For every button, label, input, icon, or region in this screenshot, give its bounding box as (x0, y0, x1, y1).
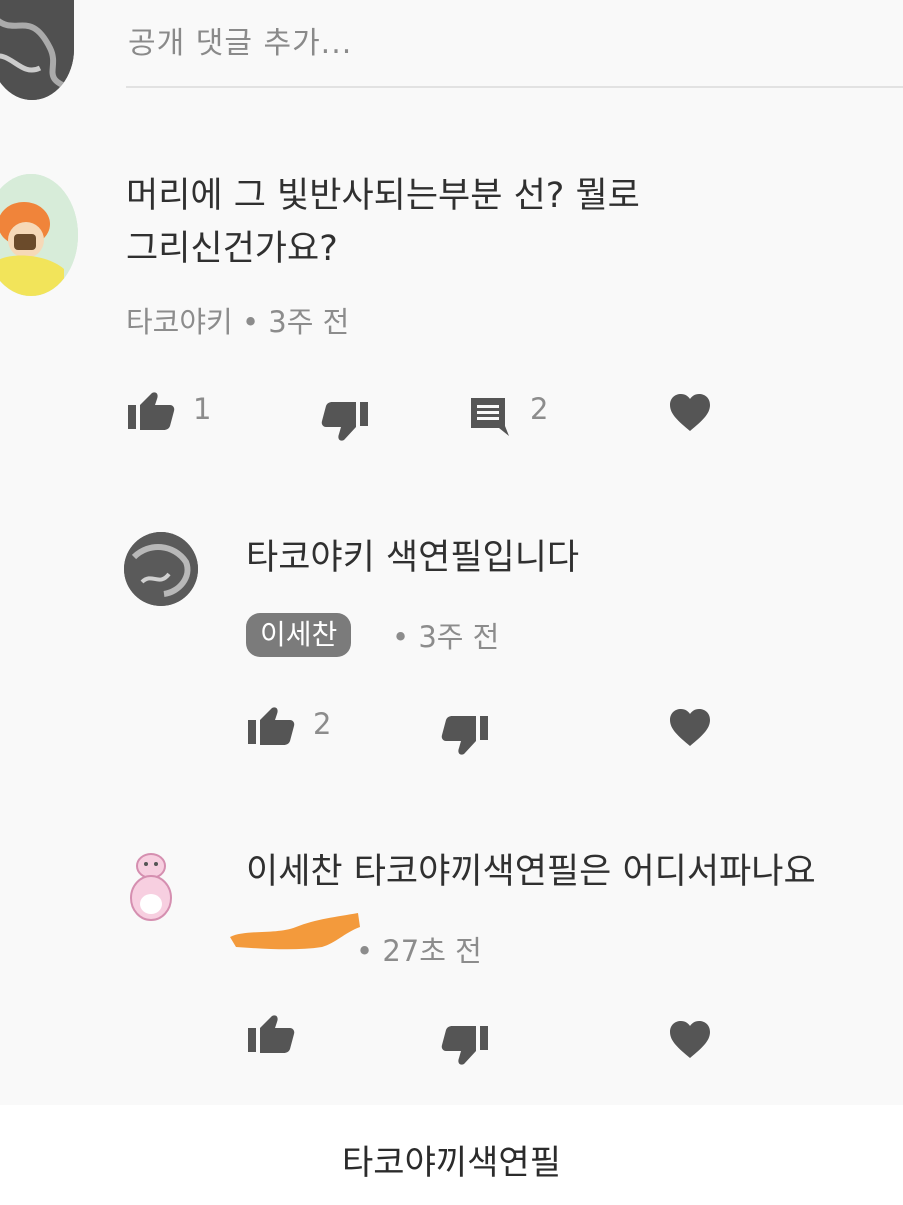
thumb-down-icon[interactable] (440, 714, 490, 756)
comment-icon[interactable] (469, 396, 511, 438)
reply-time: 27초 전 (382, 934, 482, 968)
thumb-up-icon[interactable] (246, 1014, 296, 1054)
image-caption: 타코야끼색연필 (342, 1143, 561, 1183)
heart-icon[interactable] (668, 1020, 712, 1060)
reply-avatar[interactable] (124, 532, 198, 606)
meta-separator: • (241, 305, 269, 339)
comment-author[interactable]: 타코야키 (126, 305, 233, 339)
like-count: 2 (313, 707, 332, 741)
thumb-down-icon[interactable] (440, 1024, 490, 1066)
reply-time: 3주 전 (418, 620, 500, 654)
comment-text-line2: 그리신건가요? (126, 229, 338, 269)
reply-text: 이세찬 타코야끼색연필은 어디서파나요 (246, 852, 816, 892)
thumb-up-icon[interactable] (126, 391, 176, 431)
heart-icon[interactable] (668, 708, 712, 748)
thumb-down-icon[interactable] (320, 400, 370, 442)
add-comment-input[interactable]: 공개 댓글 추가... (128, 18, 352, 62)
my-avatar[interactable] (0, 0, 74, 100)
comment-meta: 타코야키 • 3주 전 (126, 299, 349, 341)
like-count: 1 (193, 392, 212, 426)
comment-time: 3주 전 (268, 305, 350, 339)
comment-text-line1: 머리에 그 빛반사되는부분 선? 뭘로 (126, 176, 640, 216)
commenter-avatar[interactable] (0, 174, 78, 296)
author-badge[interactable]: 이세찬 (246, 613, 352, 657)
input-divider (126, 86, 903, 88)
reply-meta: • 3주 전 (392, 614, 499, 656)
heart-icon[interactable] (668, 393, 712, 433)
screenshot-area: 공개 댓글 추가... 머리에 그 빛반사되는부분 선? 뭘로 그리신건가요? … (0, 0, 903, 1105)
thumb-up-icon[interactable] (246, 706, 296, 746)
reply-text: 타코야키 색연필입니다 (246, 538, 580, 578)
reply-meta: • 27초 전 (356, 928, 482, 970)
reply-avatar[interactable] (124, 848, 178, 924)
meta-separator: • (392, 620, 419, 654)
redacted-username (226, 909, 362, 953)
meta-separator: • (356, 934, 383, 968)
reply-count: 2 (530, 392, 549, 426)
